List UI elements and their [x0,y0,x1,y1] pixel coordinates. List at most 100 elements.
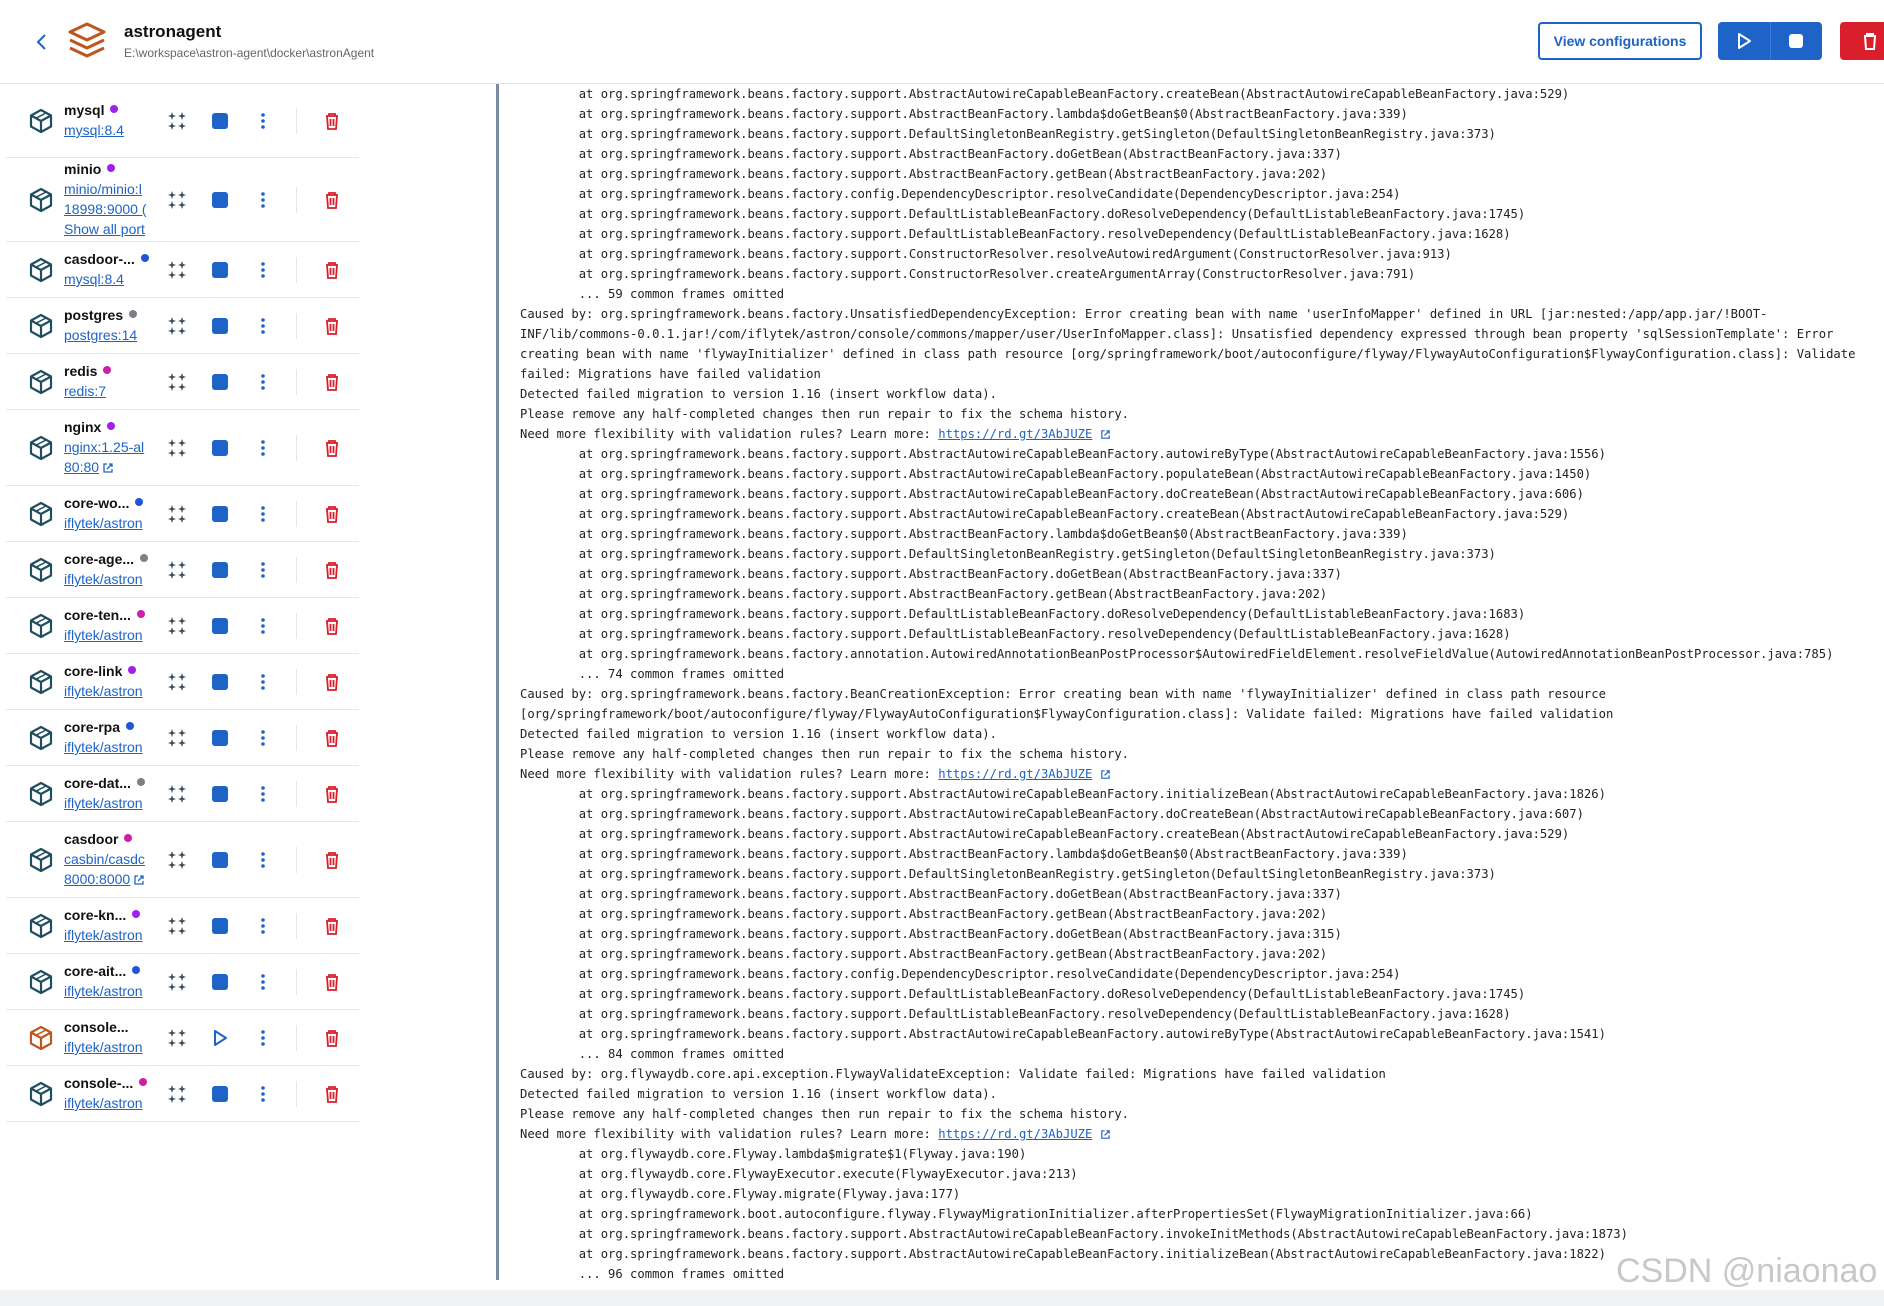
image-link[interactable]: postgres:14 [64,327,158,343]
container-row[interactable]: console... iflytek/astron [6,1010,359,1066]
delete-button[interactable] [319,725,345,751]
delete-button[interactable] [319,108,345,134]
delete-button[interactable] [319,781,345,807]
delete-button[interactable] [319,557,345,583]
container-row[interactable]: core-dat... iflytek/astron [6,766,359,822]
image-link[interactable]: mysql:8.4 [64,271,158,287]
container-row[interactable]: casdoor-... mysql:8.4 [6,242,359,298]
image-link[interactable]: redis:7 [64,383,158,399]
stop-button[interactable] [207,557,233,583]
more-options-button[interactable] [250,369,276,395]
delete-button[interactable] [319,313,345,339]
container-row[interactable]: core-wo... iflytek/astron [6,486,359,542]
image-link[interactable]: iflytek/astron [64,683,158,699]
delete-button[interactable] [319,1081,345,1107]
image-link[interactable]: iflytek/astron [64,515,158,531]
inspect-button[interactable] [164,725,190,751]
image-link[interactable]: minio/minio:l [64,181,158,197]
more-options-button[interactable] [250,1081,276,1107]
more-options-button[interactable] [250,781,276,807]
more-options-button[interactable] [250,613,276,639]
image-link[interactable]: iflytek/astron [64,571,158,587]
container-row[interactable]: mysql mysql:8.4 [6,84,359,158]
stop-button[interactable] [207,969,233,995]
inspect-button[interactable] [164,369,190,395]
delete-button[interactable] [319,1025,345,1051]
more-options-button[interactable] [250,669,276,695]
more-options-button[interactable] [250,557,276,583]
stop-button[interactable] [207,435,233,461]
container-row[interactable]: core-link iflytek/astron [6,654,359,710]
stop-button[interactable] [207,257,233,283]
container-row[interactable]: minio minio/minio:l 18998:9000 (Show all p… [6,158,359,242]
inspect-button[interactable] [164,187,190,213]
inspect-button[interactable] [164,781,190,807]
more-options-button[interactable] [250,435,276,461]
inspect-button[interactable] [164,1025,190,1051]
delete-button[interactable] [319,369,345,395]
view-configurations-button[interactable]: View configurations [1538,22,1702,60]
delete-button[interactable] [319,501,345,527]
port-link[interactable]: 80:80 [64,459,158,475]
inspect-button[interactable] [164,613,190,639]
image-link[interactable]: iflytek/astron [64,983,158,999]
inspect-button[interactable] [164,1081,190,1107]
delete-button[interactable] [319,669,345,695]
more-options-button[interactable] [250,1025,276,1051]
inspect-button[interactable] [164,108,190,134]
stop-button[interactable] [207,613,233,639]
stop-button[interactable] [207,781,233,807]
stop-all-button[interactable] [1771,22,1823,60]
start-all-button[interactable] [1718,22,1771,60]
image-link[interactable]: iflytek/astron [64,739,158,755]
container-row[interactable]: core-kn... iflytek/astron [6,898,359,954]
inspect-button[interactable] [164,313,190,339]
more-options-button[interactable] [250,969,276,995]
back-chevron-icon[interactable] [30,30,54,54]
port-link[interactable]: 8000:8000 [64,871,158,887]
delete-button[interactable] [319,847,345,873]
image-link[interactable]: iflytek/astron [64,927,158,943]
image-link[interactable]: nginx:1.25-al [64,439,158,455]
more-options-button[interactable] [250,501,276,527]
stop-button[interactable] [207,847,233,873]
image-link[interactable]: Show all port [64,221,158,237]
image-link[interactable]: 18998:9000 ( [64,201,158,217]
container-row[interactable]: core-ten... iflytek/astron [6,598,359,654]
inspect-button[interactable] [164,435,190,461]
delete-button[interactable] [319,613,345,639]
stop-button[interactable] [207,501,233,527]
container-row[interactable]: core-ait... iflytek/astron [6,954,359,1010]
inspect-button[interactable] [164,669,190,695]
inspect-button[interactable] [164,557,190,583]
more-options-button[interactable] [250,257,276,283]
stop-button[interactable] [207,187,233,213]
more-options-button[interactable] [250,913,276,939]
start-button[interactable] [207,1025,233,1051]
delete-button[interactable] [319,969,345,995]
inspect-button[interactable] [164,501,190,527]
stop-button[interactable] [207,313,233,339]
inspect-button[interactable] [164,913,190,939]
delete-button[interactable] [319,435,345,461]
delete-button[interactable] [319,913,345,939]
delete-button[interactable] [319,187,345,213]
container-row[interactable]: casdoor casbin/casdc 8000:8000 [6,822,359,898]
container-row[interactable]: nginx nginx:1.25-al 80:80 [6,410,359,486]
image-link[interactable]: iflytek/astron [64,1039,158,1055]
more-options-button[interactable] [250,847,276,873]
image-link[interactable]: mysql:8.4 [64,122,158,138]
container-row[interactable]: core-age... iflytek/astron [6,542,359,598]
delete-all-button[interactable] [1840,22,1884,60]
log-link[interactable]: https://rd.gt/3AbJUZE [938,767,1092,781]
more-options-button[interactable] [250,725,276,751]
stop-button[interactable] [207,369,233,395]
container-row[interactable]: postgres postgres:14 [6,298,359,354]
stop-button[interactable] [207,108,233,134]
delete-button[interactable] [319,257,345,283]
container-row[interactable]: console-... iflytek/astron [6,1066,359,1122]
inspect-button[interactable] [164,969,190,995]
more-options-button[interactable] [250,187,276,213]
inspect-button[interactable] [164,847,190,873]
image-link[interactable]: iflytek/astron [64,795,158,811]
